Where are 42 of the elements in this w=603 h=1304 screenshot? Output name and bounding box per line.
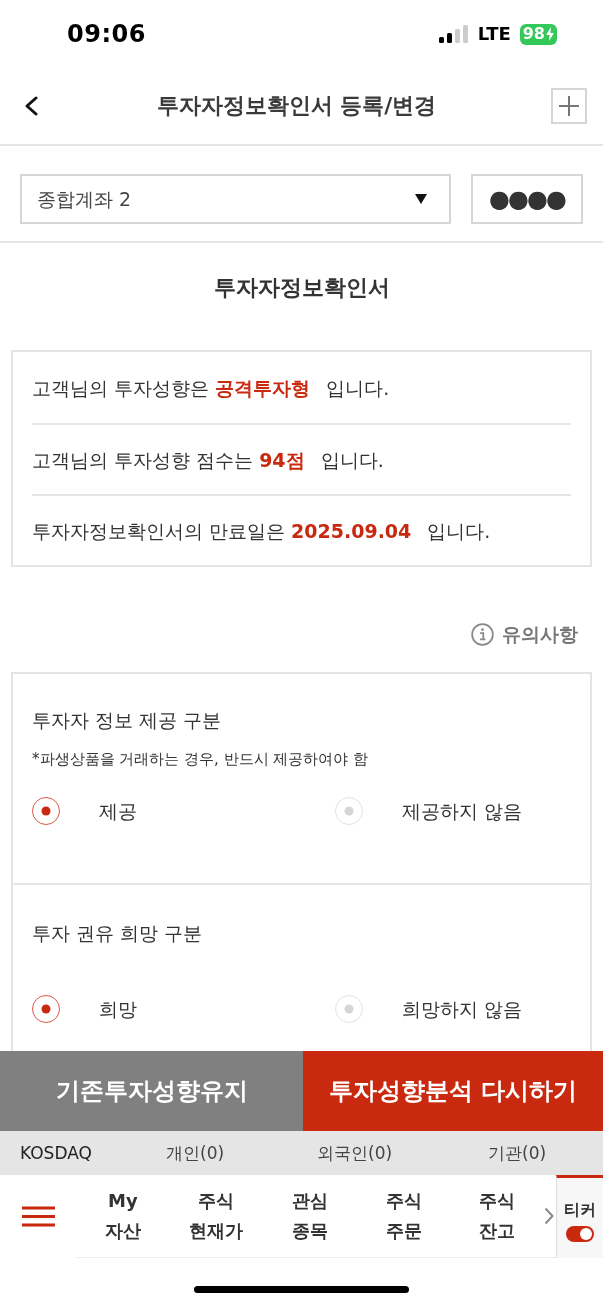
menu-icon[interactable] [22,1206,55,1227]
dropdown-caret-icon [415,194,427,204]
action-button[interactable]: 기존투자성향유지 [0,1051,303,1131]
radio-option[interactable]: 제공 [32,797,137,825]
form-section-title: 투자 권유 희망 구분 [32,921,203,946]
nav-item[interactable]: My 자산 [76,1175,170,1257]
plus-icon [558,95,580,117]
bolt-icon [546,27,554,41]
battery-percent: 98 [522,24,545,44]
info-icon [471,622,494,646]
nav-item[interactable]: 주식 주문 [356,1175,451,1257]
summary-text: 투자자정보확인서의 만료일은 2025.09.04 입니다. [32,518,491,544]
market-label: KOSDAQ [20,1142,92,1163]
form-section-title: 투자자 정보 제공 구분 [32,708,222,733]
notice-link[interactable]: 유의사항 [471,617,578,651]
summary-text: 고객님의 투자성향 점수는 94점 입니다. [32,447,384,473]
status-time: 09:06 [67,19,146,50]
back-icon[interactable] [24,96,38,116]
nav-item[interactable]: 관심 종목 [263,1175,357,1257]
password-field[interactable]: ●●●● [471,174,583,224]
investor-count: 기관(0) [488,1142,547,1163]
account-select[interactable]: 종합계좌 2 [20,174,451,224]
add-button[interactable] [551,88,587,124]
nav-item[interactable]: 주식 잔고 [450,1175,544,1257]
investor-count: 개인(0) [166,1142,225,1163]
nav-item[interactable]: 주식 현재가 [169,1175,264,1257]
network-label: LTE [477,23,511,45]
radio-option[interactable]: 희망하지 않음 [335,995,523,1023]
radio-option[interactable]: 제공하지 않음 [335,797,523,825]
radio-icon[interactable] [32,797,60,825]
section-title: 투자자정보확인서 [213,274,390,302]
summary-text: 고객님의 투자성향은 공격투자형 입니다. [32,375,390,401]
action-button[interactable]: 투자성향분석 다시하기 [303,1051,603,1131]
ticker-label: 티커 [564,1200,596,1220]
ticker-toggle[interactable] [566,1226,594,1242]
investor-count: 외국인(0) [317,1142,393,1163]
signal-icon [438,25,469,43]
form-note: *파생상품을 거래하는 경우, 반드시 제공하여야 함 [32,749,369,769]
radio-option[interactable]: 희망 [32,995,137,1023]
page-title: 투자자정보확인서 등록/변경 [156,92,437,120]
chevron-right-icon[interactable] [543,1207,554,1225]
radio-icon[interactable] [32,995,60,1023]
